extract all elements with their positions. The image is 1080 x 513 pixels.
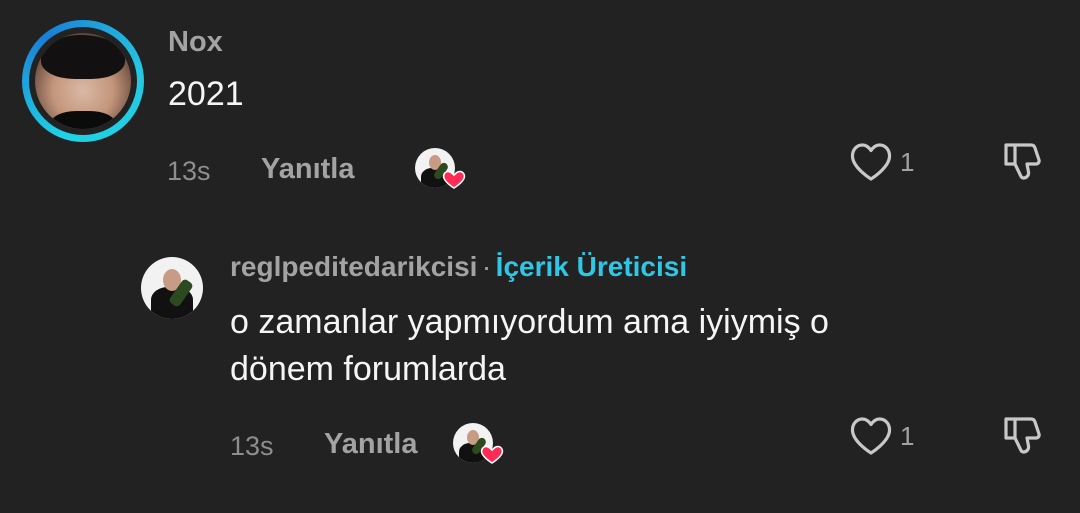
reply-avatar[interactable] bbox=[141, 257, 203, 319]
creator-badge: İçerik Üreticisi bbox=[495, 251, 688, 282]
creator-liked-indicator bbox=[415, 148, 467, 192]
reply-creator-liked-indicator bbox=[453, 423, 505, 467]
reply-like-count: 1 bbox=[900, 421, 915, 451]
reply-heart-outline-icon[interactable] bbox=[849, 415, 893, 457]
reply-text-line2: dönem forumlarda bbox=[230, 350, 506, 388]
creator-liked-heart-icon bbox=[442, 170, 466, 189]
comment-text: 2021 bbox=[168, 75, 244, 113]
comment-timestamp: 13s bbox=[167, 156, 211, 186]
reply-dislike-icon[interactable] bbox=[1000, 414, 1046, 458]
commenter-avatar[interactable] bbox=[22, 20, 144, 142]
reply-header: reglpeditedarikcisi · İçerik Üreticisi bbox=[230, 251, 687, 283]
reply-creator-liked-heart-icon bbox=[480, 445, 504, 464]
dislike-icon[interactable] bbox=[1000, 140, 1046, 184]
reply-button[interactable]: Yanıtla bbox=[261, 153, 355, 186]
reply-timestamp: 13s bbox=[230, 431, 274, 461]
reply-reply-button[interactable]: Yanıtla bbox=[324, 428, 418, 461]
heart-outline-icon[interactable] bbox=[849, 141, 893, 183]
reply-username[interactable]: reglpeditedarikcisi bbox=[230, 251, 477, 282]
like-count: 1 bbox=[900, 147, 915, 177]
comment-username[interactable]: Nox bbox=[168, 26, 223, 59]
separator-dot: · bbox=[481, 251, 492, 282]
reply-text-line1: o zamanlar yapmıyordum ama iyiymiş o bbox=[230, 303, 829, 341]
